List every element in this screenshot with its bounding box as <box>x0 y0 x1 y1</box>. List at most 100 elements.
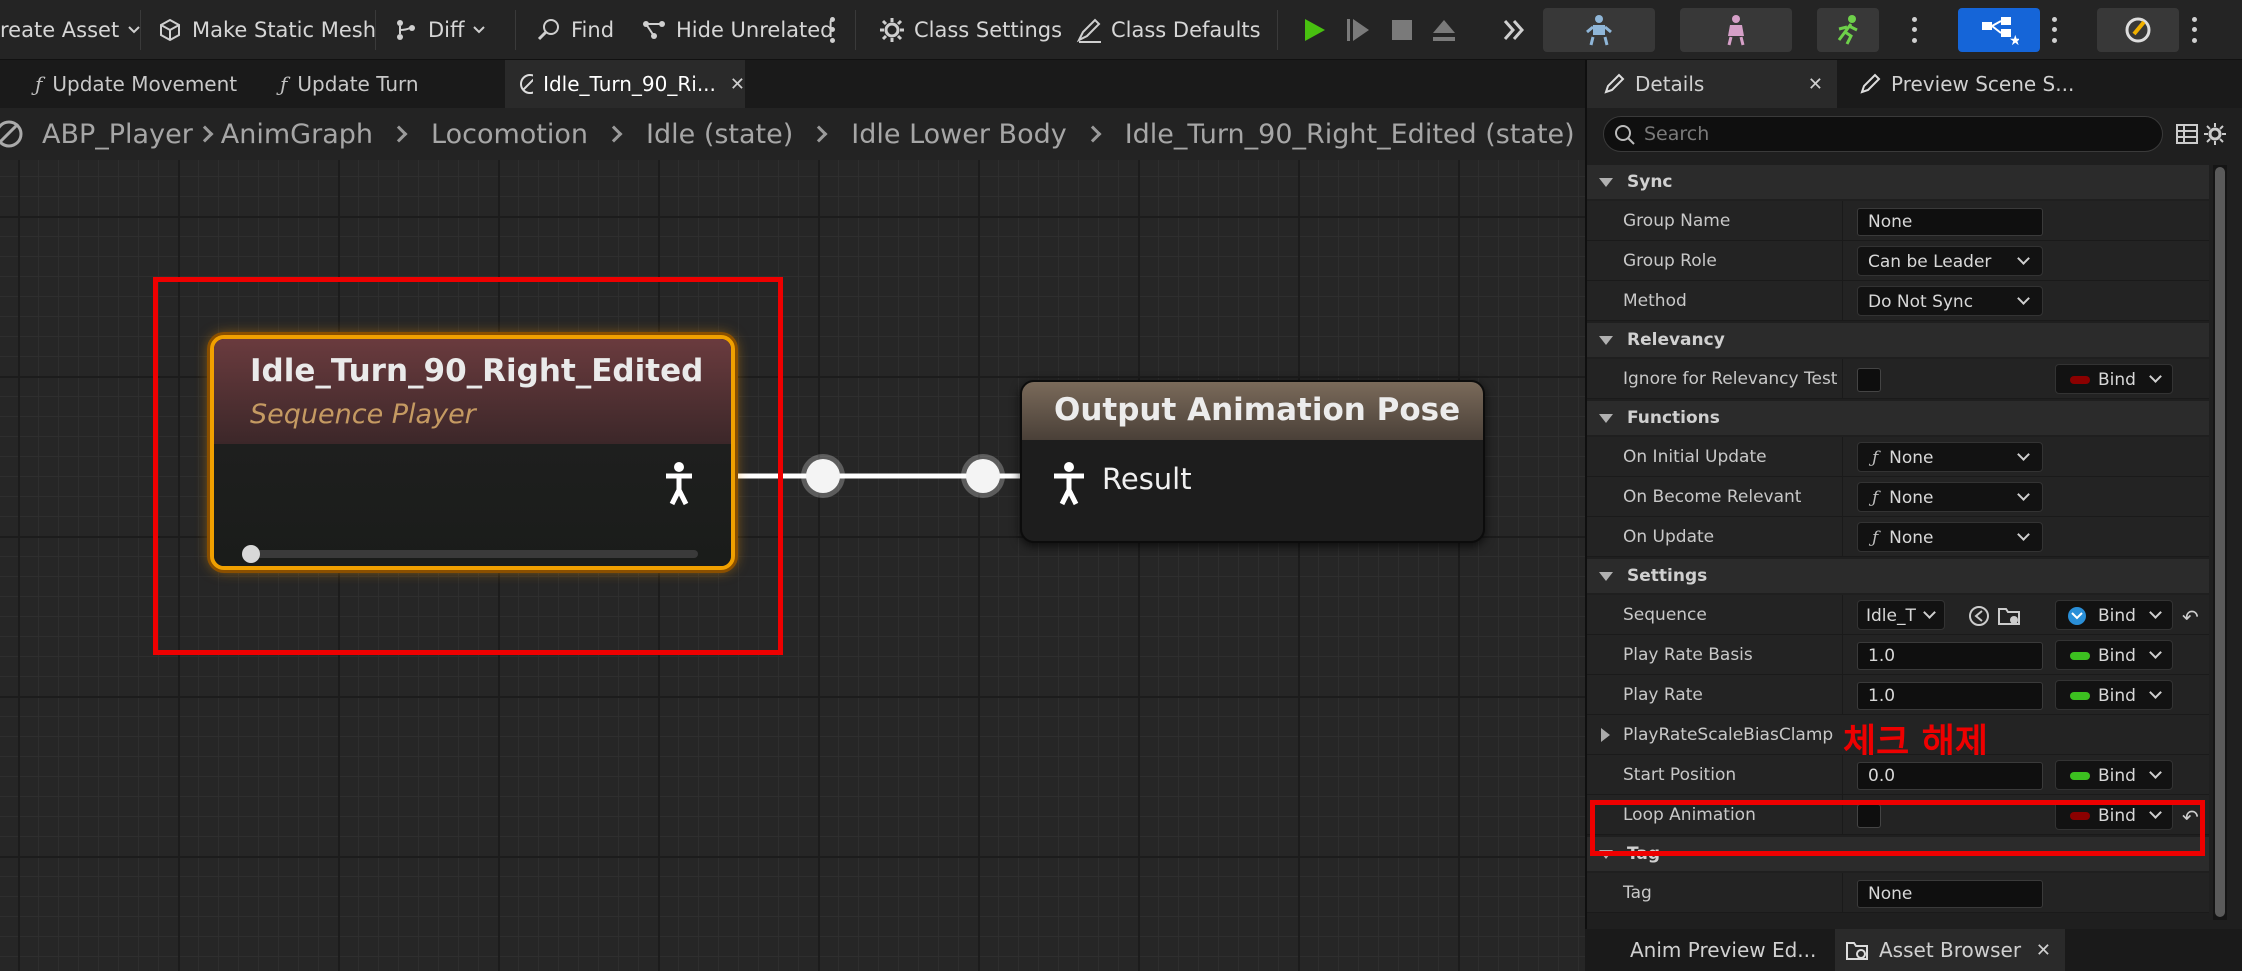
state-machine-icon <box>0 120 23 148</box>
bind-label: Bind <box>2098 766 2136 786</box>
tab-label: Idle_Turn_90_Ri... <box>543 72 716 96</box>
breadcrumb: ABP_Player AnimGraph Locomotion Idle (st… <box>0 108 1585 160</box>
more-options-icon[interactable] <box>1910 14 1918 46</box>
section-functions[interactable]: Functions <box>1587 401 2209 435</box>
property-row-group-role: Group Role Can be Leader <box>1587 241 2209 281</box>
play-rate-basis-field[interactable]: 1.0 <box>1857 642 2043 670</box>
bind-asset-icon <box>2068 607 2086 625</box>
section-relevancy[interactable]: Relevancy <box>1587 323 2209 357</box>
step-icon[interactable] <box>1344 16 1372 44</box>
section-settings[interactable]: Settings <box>1587 559 2209 593</box>
property-label: Start Position <box>1623 765 1737 785</box>
method-dropdown[interactable]: Do Not Sync <box>1857 286 2043 316</box>
find-button[interactable]: Find <box>535 10 614 50</box>
bind-dropdown[interactable]: Bind <box>2055 680 2173 710</box>
bind-pill-icon <box>2070 772 2090 780</box>
bind-dropdown[interactable]: Bind <box>2055 600 2173 630</box>
chevron-down-icon <box>2017 252 2030 265</box>
double-chevron-right-icon[interactable] <box>1500 16 1528 44</box>
play-rate-field[interactable]: 1.0 <box>1857 682 2043 710</box>
property-row-play-rate-clamp[interactable]: PlayRateScaleBiasClamp 체크 해제 <box>1587 715 2209 763</box>
chevron-down-icon <box>2017 292 2030 305</box>
breadcrumb-item[interactable]: Idle_Turn_90_Right_Edited (state) <box>1125 119 1575 150</box>
bottom-tab-bar: Anim Preview Ed... Asset Browser ✕ <box>1585 929 2242 971</box>
breadcrumb-item[interactable]: Locomotion <box>431 119 588 150</box>
scrollbar-thumb[interactable] <box>2215 167 2225 917</box>
on-become-relevant-dropdown[interactable]: ƒ None <box>1857 482 2043 512</box>
more-options-icon[interactable] <box>2050 14 2058 46</box>
breadcrumb-item[interactable]: AnimGraph <box>221 119 373 150</box>
chevron-down-icon <box>2149 766 2162 779</box>
group-name-field[interactable]: None <box>1857 208 2043 236</box>
search-input[interactable]: Search <box>1603 116 2163 152</box>
skeleton-mode-button[interactable] <box>1543 8 1655 52</box>
bind-dropdown[interactable]: Bind <box>2055 364 2173 394</box>
breadcrumb-item[interactable]: Idle Lower Body <box>851 119 1066 150</box>
tab-label: Details <box>1635 72 1705 96</box>
create-asset-button[interactable]: reate Asset <box>0 10 141 50</box>
start-position-field[interactable]: 0.0 <box>1857 762 2043 790</box>
property-row-ignore-relevancy: Ignore for Relevancy Test Bind <box>1587 359 2209 399</box>
property-row-method: Method Do Not Sync <box>1587 281 2209 321</box>
more-options-icon[interactable] <box>2190 14 2198 46</box>
sequence-asset-dropdown[interactable]: Idle_T <box>1857 600 1945 630</box>
asset-browser-icon <box>1846 942 1868 960</box>
make-static-mesh-button[interactable]: Make Static Mesh <box>156 10 376 50</box>
tab-idle-turn[interactable]: Idle_Turn_90_Ri... ✕ <box>505 60 745 108</box>
tab-update-turn[interactable]: ƒ Update Turn <box>280 60 450 108</box>
breadcrumb-item[interactable]: ABP_Player <box>42 119 193 150</box>
play-icon[interactable] <box>1300 16 1328 44</box>
pose-pin-icon[interactable] <box>1052 462 1086 506</box>
class-settings-button[interactable]: Class Settings <box>878 10 1062 50</box>
pencil-icon <box>1860 73 1881 94</box>
expand-arrow-icon[interactable] <box>1601 728 1610 742</box>
tag-field[interactable]: None <box>1857 880 2043 908</box>
mesh-mode-button[interactable] <box>1680 8 1792 52</box>
bind-dropdown[interactable]: Bind <box>2055 760 2173 790</box>
dropdown-value: Idle_T <box>1866 606 1916 626</box>
ignore-relevancy-checkbox[interactable] <box>1857 368 1881 392</box>
gear-icon[interactable] <box>2203 122 2227 146</box>
close-icon[interactable]: ✕ <box>2036 940 2051 961</box>
breadcrumb-item[interactable]: Idle (state) <box>646 119 793 150</box>
expand-arrow-icon <box>1599 413 1613 423</box>
bind-dropdown[interactable]: Bind <box>2055 640 2173 670</box>
tab-details[interactable]: Details ✕ <box>1587 60 1837 108</box>
property-label: Play Rate Basis <box>1623 645 1753 665</box>
search-placeholder: Search <box>1644 123 1710 145</box>
close-icon[interactable]: ✕ <box>730 74 745 95</box>
reset-to-default-icon[interactable]: ↶ <box>2182 605 2199 629</box>
physics-mode-button[interactable] <box>2097 8 2179 52</box>
more-options-icon[interactable] <box>828 14 836 46</box>
tab-asset-browser[interactable]: Asset Browser ✕ <box>1835 929 2065 971</box>
eject-icon[interactable] <box>1430 16 1458 44</box>
output-pose-node[interactable]: Output Animation Pose Result <box>1020 380 1485 543</box>
hide-unrelated-icon <box>643 21 665 39</box>
tab-update-movement[interactable]: ƒ Update Movement <box>35 60 255 108</box>
table-view-icon[interactable] <box>2175 122 2199 146</box>
toolbar-divider <box>140 10 141 50</box>
property-row-on-update: On Update ƒ None <box>1587 517 2209 557</box>
class-defaults-button[interactable]: Class Defaults <box>1075 10 1261 50</box>
stop-icon[interactable] <box>1388 16 1416 44</box>
tab-label: Asset Browser <box>1879 938 2022 962</box>
diff-label: Diff <box>428 18 465 42</box>
tab-preview-scene[interactable]: Preview Scene S... <box>1845 60 2145 108</box>
section-sync[interactable]: Sync <box>1587 165 2209 199</box>
use-selected-asset-icon[interactable] <box>1967 604 1991 628</box>
chevron-right-icon <box>605 125 623 143</box>
chevron-down-icon <box>2017 488 2030 501</box>
class-defaults-label: Class Defaults <box>1111 18 1261 42</box>
browse-asset-icon[interactable] <box>1997 604 2023 628</box>
on-initial-update-dropdown[interactable]: ƒ None <box>1857 442 2043 472</box>
group-role-dropdown[interactable]: Can be Leader <box>1857 246 2043 276</box>
animation-mode-button[interactable] <box>1817 8 1879 52</box>
graph-tab-bar: ƒ Update Movement ƒ Update Turn Idle_Tur… <box>0 60 1585 108</box>
tab-anim-preview-editor[interactable]: Anim Preview Ed... <box>1585 929 1825 971</box>
on-update-dropdown[interactable]: ƒ None <box>1857 522 2043 552</box>
close-icon[interactable]: ✕ <box>1808 74 1823 95</box>
hide-unrelated-button[interactable]: Hide Unrelated <box>640 10 834 50</box>
diff-button[interactable]: Diff <box>392 10 486 50</box>
blueprint-mode-button[interactable]: ★ <box>1958 8 2040 52</box>
property-label: Tag <box>1623 883 1652 903</box>
